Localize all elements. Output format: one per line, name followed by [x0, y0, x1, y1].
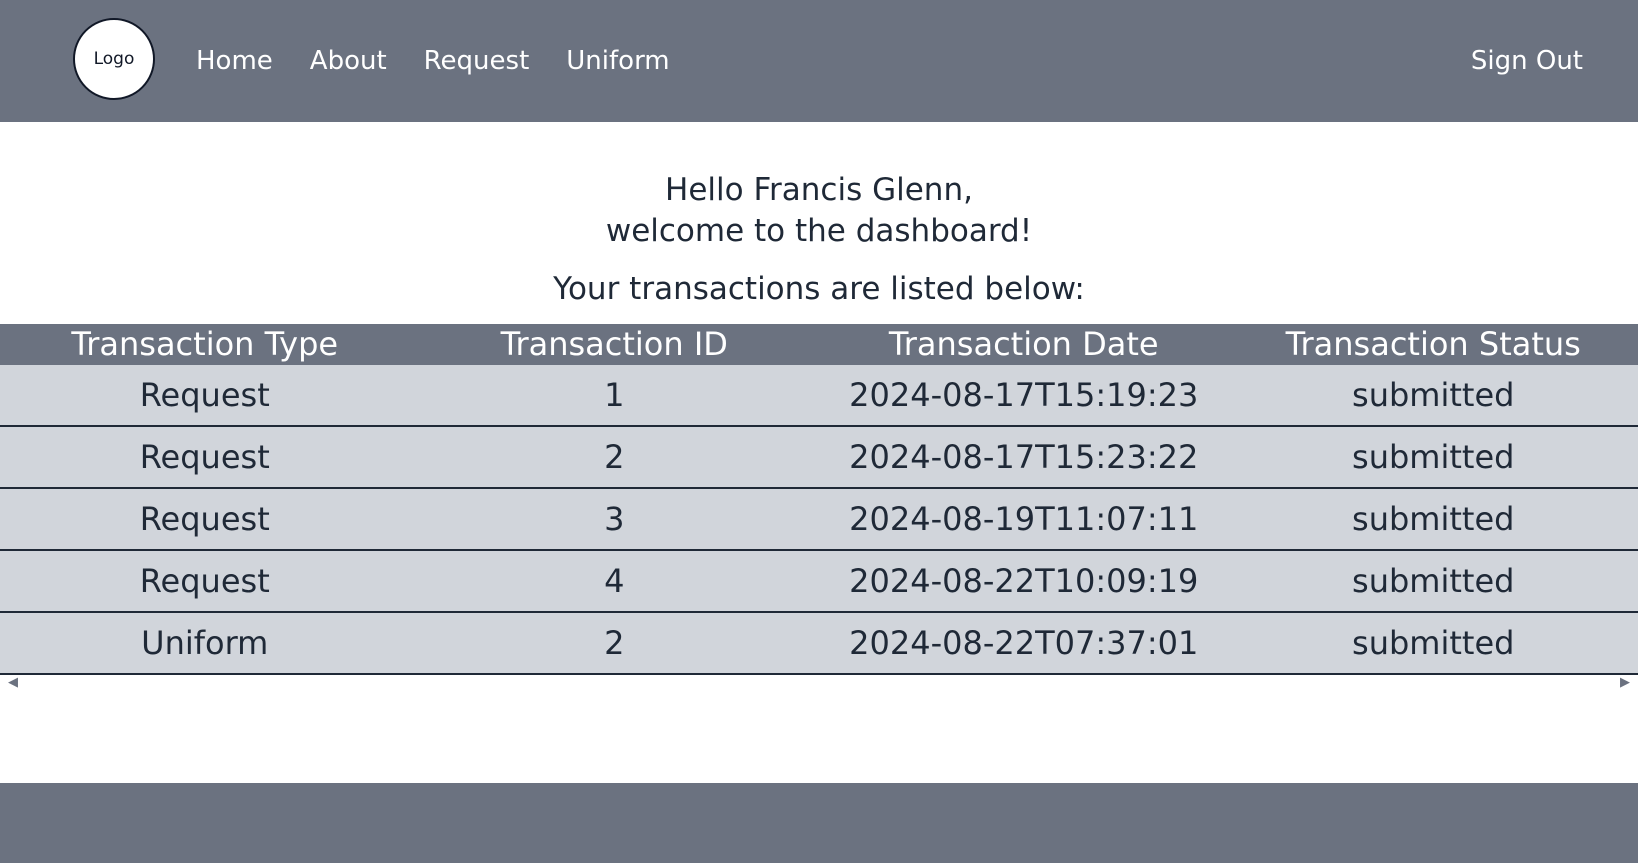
- nav-home-link[interactable]: Home: [196, 40, 273, 82]
- cell-date: 2024-08-17T15:23:22: [819, 426, 1229, 489]
- transactions-table-container: Transaction Type Transaction ID Transact…: [0, 324, 1638, 675]
- footer: [0, 783, 1638, 863]
- nav-links: Home About Request Uniform: [196, 40, 670, 82]
- logo-text: Logo: [93, 49, 135, 69]
- cell-date: 2024-08-17T15:19:23: [819, 365, 1229, 427]
- nav-about-link[interactable]: About: [310, 40, 387, 82]
- cell-date: 2024-08-19T11:07:11: [819, 488, 1229, 551]
- nav-uniform-link[interactable]: Uniform: [566, 40, 669, 82]
- cell-id: 2: [409, 612, 819, 675]
- greeting: Hello Francis Glenn, welcome to the dash…: [0, 170, 1638, 252]
- transactions-subheading: Your transactions are listed below:: [553, 271, 1085, 307]
- greeting-line-1: Hello Francis Glenn,: [665, 172, 973, 208]
- cell-status: submitted: [1228, 612, 1638, 675]
- cell-type: Request: [0, 488, 410, 551]
- cell-type: Request: [0, 365, 410, 427]
- table-row: Request 4 2024-08-22T10:09:19 submitted: [0, 550, 1638, 613]
- cell-status: submitted: [1228, 426, 1638, 489]
- top-navbar: Logo Home About Request Uniform Sign Out: [0, 0, 1638, 122]
- cell-status: submitted: [1228, 488, 1638, 551]
- table-row: Request 3 2024-08-19T11:07:11 submitted: [0, 488, 1638, 551]
- cell-type: Request: [0, 426, 410, 489]
- cell-status: submitted: [1228, 550, 1638, 613]
- greeting-line-2: welcome to the dashboard!: [605, 213, 1033, 249]
- table-row: Request 1 2024-08-17T15:19:23 submitted: [0, 365, 1638, 427]
- cell-date: 2024-08-22T07:37:01: [819, 612, 1229, 675]
- column-header-date: Transaction Date: [819, 324, 1229, 365]
- cell-id: 4: [409, 550, 819, 613]
- cell-status: submitted: [1228, 365, 1638, 427]
- nav-request-link[interactable]: Request: [424, 40, 530, 82]
- cell-date: 2024-08-22T10:09:19: [819, 550, 1229, 613]
- table-header-row: Transaction Type Transaction ID Transact…: [0, 324, 1638, 365]
- scroll-right-arrow-icon[interactable]: ▶: [1620, 676, 1630, 690]
- table-row: Request 2 2024-08-17T15:23:22 submitted: [0, 426, 1638, 489]
- cell-id: 1: [409, 365, 819, 427]
- cell-id: 2: [409, 426, 819, 489]
- logo[interactable]: Logo: [73, 18, 155, 100]
- cell-id: 3: [409, 488, 819, 551]
- column-header-id: Transaction ID: [409, 324, 819, 365]
- horizontal-scrollbar[interactable]: ◀ ▶: [0, 672, 1638, 694]
- column-header-status: Transaction Status: [1228, 324, 1638, 365]
- cell-type: Uniform: [0, 612, 410, 675]
- transactions-table: Transaction Type Transaction ID Transact…: [0, 324, 1638, 675]
- sign-out-link[interactable]: Sign Out: [1471, 40, 1583, 82]
- table-row: Uniform 2 2024-08-22T07:37:01 submitted: [0, 612, 1638, 675]
- column-header-type: Transaction Type: [0, 324, 410, 365]
- cell-type: Request: [0, 550, 410, 613]
- scroll-left-arrow-icon[interactable]: ◀: [8, 676, 18, 690]
